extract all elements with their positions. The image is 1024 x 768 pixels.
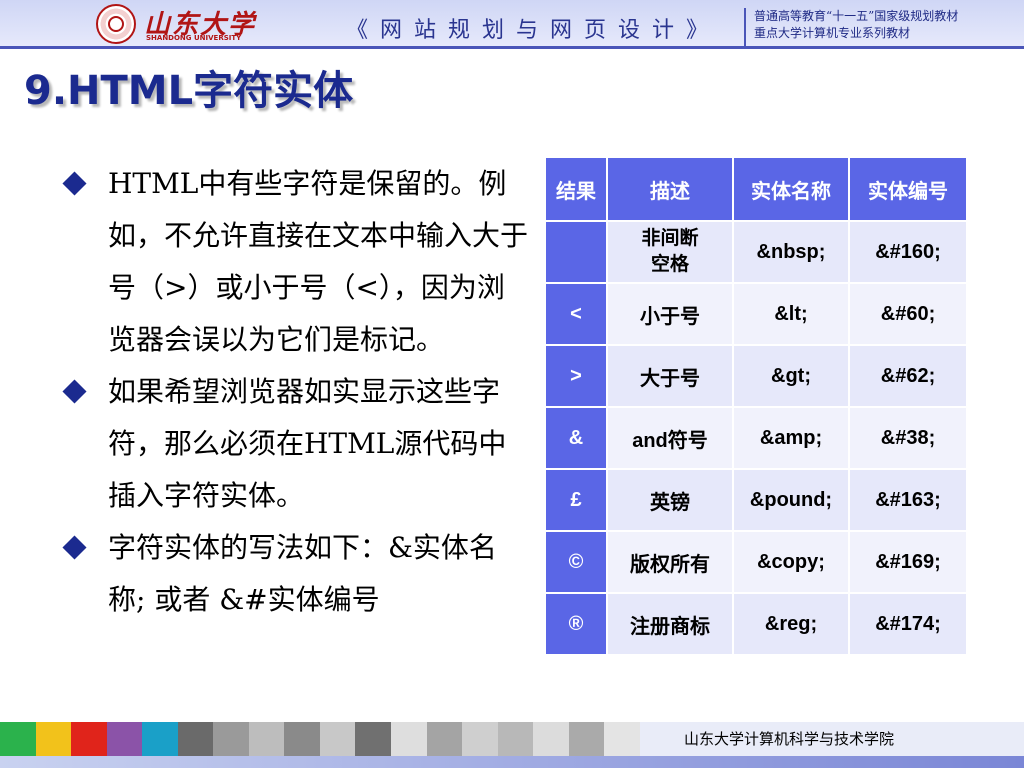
header-separator <box>744 8 746 46</box>
footer-swatch <box>177 722 214 756</box>
cell-entity-name: &gt; <box>732 344 850 408</box>
cell-entity-number: &#174; <box>848 592 968 656</box>
footer-swatch <box>355 722 392 756</box>
footer-swatch <box>319 722 356 756</box>
series-line-2: 重点大学计算机专业系列教材 <box>754 26 911 40</box>
footer-institution: 山东大学计算机科学与技术学院 <box>684 730 895 748</box>
bullet-item: 字符实体的写法如下：&实体名称; 或者 &#实体编号 <box>60 522 530 626</box>
cell-result: £ <box>544 468 608 532</box>
cell-entity-name: &pound; <box>732 468 850 532</box>
footer-swatch <box>462 722 498 756</box>
footer-swatch <box>604 722 640 756</box>
table-row: & and符号 &amp; &#38; <box>544 406 968 470</box>
slide-title: 9.HTML字符实体 <box>24 68 354 114</box>
cell-result: > <box>544 344 608 408</box>
series-line-1: 普通高等教育“十一五”国家级规划教材 <box>754 9 959 23</box>
footer-swatch <box>284 722 320 756</box>
footer-swatch <box>568 722 605 756</box>
bullet-text: 字符实体的写法如下：&实体名称; 或者 &#实体编号 <box>108 531 497 616</box>
entity-table: 结果 描述 实体名称 实体编号 非间断空格 &nbsp; &#160; < 小于… <box>544 156 968 656</box>
footer-swatch <box>391 722 427 756</box>
footer-swatch <box>142 722 178 756</box>
cell-entity-number: &#38; <box>848 406 968 470</box>
desc-line: 非间断 <box>641 228 699 249</box>
cell-result: < <box>544 282 608 346</box>
diamond-bullet-icon <box>62 379 87 404</box>
cell-result <box>544 220 608 284</box>
cell-entity-number: &#160; <box>848 220 968 284</box>
footer-swatch <box>0 722 36 756</box>
bullet-text: 如果希望浏览器如实显示这些字符，那么必须在HTML源代码中插入字符实体。 <box>108 375 507 512</box>
cell-entity-name: &lt; <box>732 282 850 346</box>
cell-entity-number: &#169; <box>848 530 968 594</box>
table-row: 非间断空格 &nbsp; &#160; <box>544 220 968 284</box>
cell-entity-name: &amp; <box>732 406 850 470</box>
cell-description: 非间断 空格 <box>606 220 734 284</box>
cell-description: 英镑 <box>606 468 734 532</box>
header-description: 描述 <box>606 156 734 222</box>
cell-description: 版权所有 <box>606 530 734 594</box>
cell-result: © <box>544 530 608 594</box>
cell-entity-name: &copy; <box>732 530 850 594</box>
bullet-item: HTML中有些字符是保留的。例如，不允许直接在文本中输入大于号（>）或小于号（<… <box>60 158 530 366</box>
bullet-item: 如果希望浏览器如实显示这些字符，那么必须在HTML源代码中插入字符实体。 <box>60 366 530 522</box>
header-entity-number: 实体编号 <box>848 156 968 222</box>
diamond-bullet-icon <box>62 535 87 560</box>
bullet-list: HTML中有些字符是保留的。例如，不允许直接在文本中输入大于号（>）或小于号（<… <box>60 158 530 626</box>
footer-swatch <box>533 722 569 756</box>
cell-entity-number: &#62; <box>848 344 968 408</box>
header-result: 结果 <box>544 156 608 222</box>
table-row: £ 英镑 &pound; &#163; <box>544 468 968 532</box>
footer-swatch <box>106 722 143 756</box>
cell-entity-name: &reg; <box>732 592 850 656</box>
cell-description: 注册商标 <box>606 592 734 656</box>
course-title: 《网站规划与网页设计》 <box>346 18 721 43</box>
university-seal-icon <box>96 4 136 44</box>
footer-swatch <box>497 722 534 756</box>
header-entity-name: 实体名称 <box>732 156 850 222</box>
desc-line: 空格 <box>650 254 689 275</box>
table-row: > 大于号 &gt; &#62; <box>544 344 968 408</box>
footer-swatch <box>426 722 463 756</box>
cell-result: ® <box>544 592 608 656</box>
cell-description: 大于号 <box>606 344 734 408</box>
table-row: ® 注册商标 &reg; &#174; <box>544 592 968 656</box>
cell-result: & <box>544 406 608 470</box>
footer-swatch <box>213 722 249 756</box>
cell-description: 小于号 <box>606 282 734 346</box>
footer-swatch <box>248 722 285 756</box>
header-divider <box>0 46 1024 49</box>
table-row: < 小于号 &lt; &#60; <box>544 282 968 346</box>
cell-entity-name: &nbsp; <box>732 220 850 284</box>
table-row: © 版权所有 &copy; &#169; <box>544 530 968 594</box>
logo-english: SHANDONG UNIVERSITY <box>146 34 242 42</box>
cell-entity-number: &#60; <box>848 282 968 346</box>
table-header-row: 结果 描述 实体名称 实体编号 <box>544 156 968 222</box>
cell-description: and符号 <box>606 406 734 470</box>
diamond-bullet-icon <box>62 171 87 196</box>
bullet-text: HTML中有些字符是保留的。例如，不允许直接在文本中输入大于号（>）或小于号（<… <box>108 167 529 356</box>
footer-swatch <box>35 722 72 756</box>
cell-entity-number: &#163; <box>848 468 968 532</box>
footer-strip <box>0 756 1024 768</box>
footer-swatch <box>71 722 107 756</box>
